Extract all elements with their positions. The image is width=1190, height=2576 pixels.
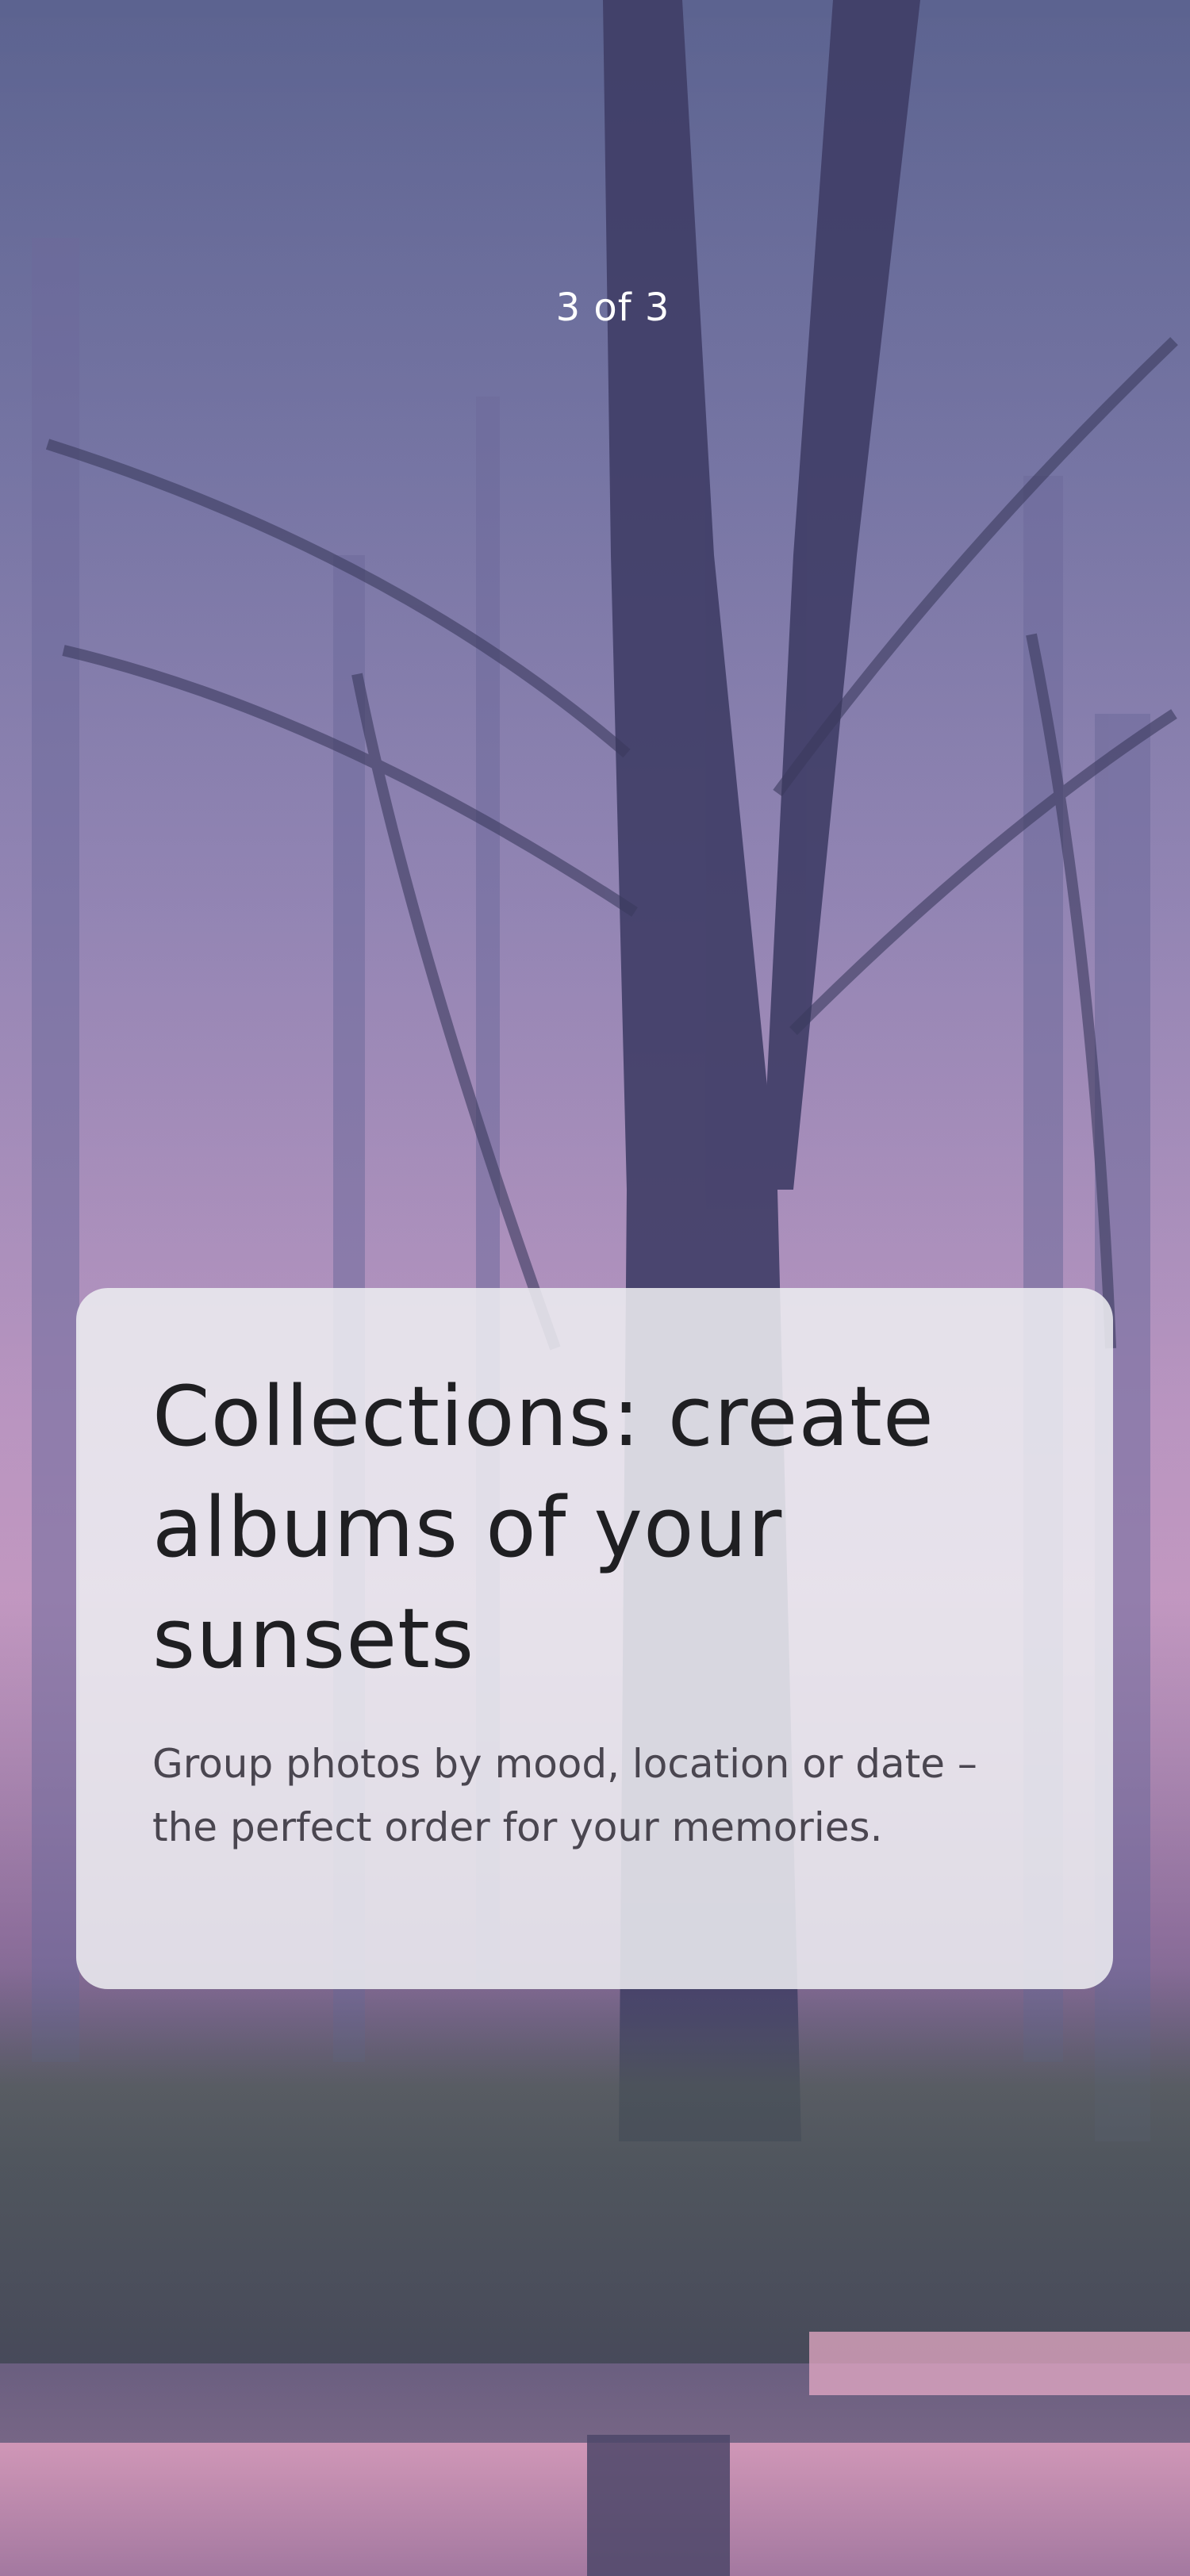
card-title: Collections: create albums of your sunse… bbox=[152, 1368, 935, 1687]
page-indicator: 3 of 3 bbox=[555, 286, 670, 330]
onboarding-card: Collections: create albums of your sunse… bbox=[76, 1288, 1113, 1989]
onboarding-screen: 3 of 3 Collections: create albums of you… bbox=[0, 0, 1190, 2576]
card-description: Group photos by mood, location or date –… bbox=[152, 1741, 977, 1850]
